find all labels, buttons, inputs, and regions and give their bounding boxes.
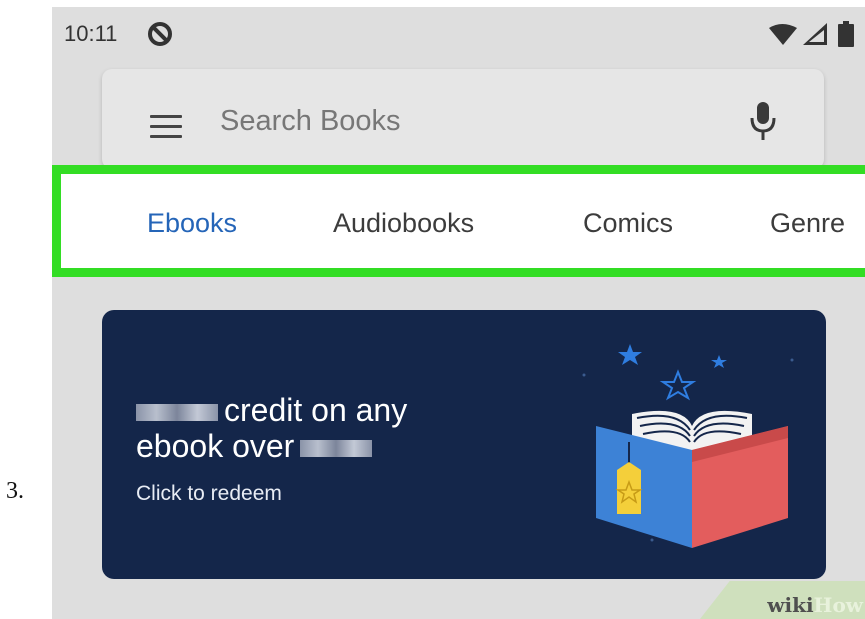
redacted-amount — [136, 404, 218, 422]
promo-line-1-text: credit on any — [224, 392, 408, 428]
step-number: 3. — [6, 478, 24, 504]
status-bar: 10:11 — [52, 7, 865, 63]
star-icon — [618, 344, 727, 368]
tab-genres[interactable]: Genre — [770, 208, 845, 239]
wikihow-watermark: wikiHow — [700, 581, 865, 619]
promo-line-1: credit on any — [136, 392, 407, 429]
tab-audiobooks[interactable]: Audiobooks — [333, 208, 474, 239]
battery-icon — [838, 21, 854, 47]
search-placeholder[interactable]: Search Books — [220, 105, 401, 138]
star-outline-icon — [659, 369, 697, 401]
cast-icon — [148, 22, 172, 46]
watermark-text: wikiHow — [767, 593, 863, 617]
promo-banner[interactable]: credit on any ebook over Click to redeem — [102, 310, 826, 579]
tab-comics[interactable]: Comics — [583, 208, 673, 239]
promo-cta[interactable]: Click to redeem — [136, 482, 282, 506]
signal-icon — [803, 23, 827, 45]
watermark-how: How — [813, 593, 863, 617]
promo-line-2: ebook over — [136, 428, 378, 465]
redacted-amount — [300, 440, 373, 458]
tab-bar: Ebooks Audiobooks Comics Genre — [52, 165, 865, 277]
wifi-icon — [769, 24, 797, 45]
status-icons — [769, 21, 854, 47]
mic-icon[interactable] — [748, 101, 778, 143]
menu-icon[interactable] — [150, 115, 182, 139]
status-time: 10:11 — [64, 21, 118, 46]
tab-ebooks[interactable]: Ebooks — [147, 208, 237, 239]
watermark-wiki: wiki — [767, 593, 814, 617]
promo-line-2-text: ebook over — [136, 428, 295, 464]
search-bar[interactable]: Search Books — [102, 69, 824, 169]
phone-screen: 10:11 Search Books Ebooks Audiobooks Com… — [52, 7, 865, 619]
open-book-illustration — [582, 344, 794, 548]
